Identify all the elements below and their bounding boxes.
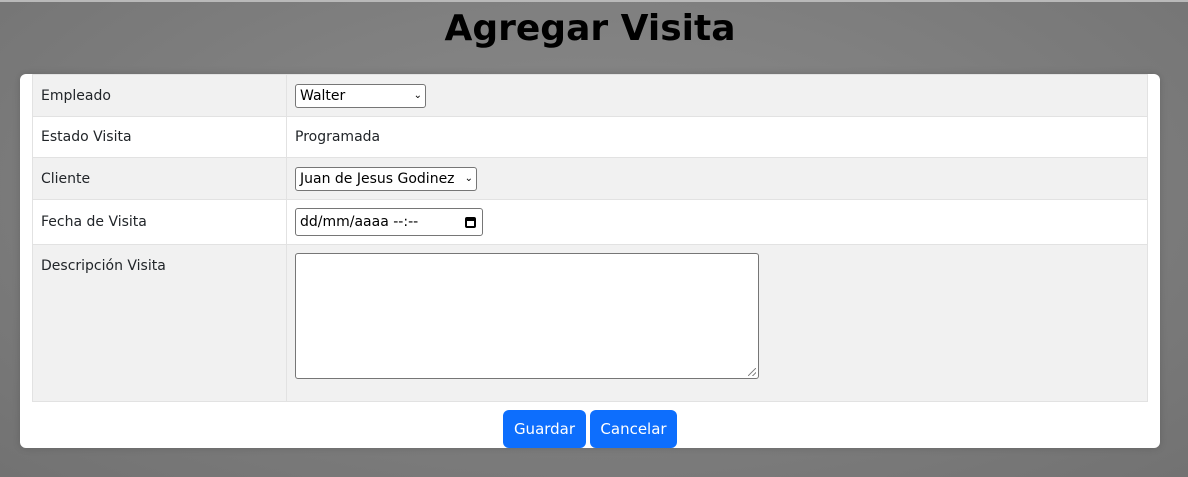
resize-grip-icon[interactable]	[748, 368, 756, 376]
empleado-select-value: Walter	[300, 87, 346, 104]
visit-form-card: Empleado Walter ⌄ Estado Visita Programa…	[20, 74, 1160, 448]
visit-form-table: Empleado Walter ⌄ Estado Visita Programa…	[32, 74, 1148, 402]
fecha-visita-cell: dd/mm/aaaa --:--	[286, 199, 1148, 245]
descripcion-cell	[286, 244, 1148, 402]
fecha-visita-placeholder: dd/mm/aaaa --:--	[300, 214, 419, 230]
estado-visita-label: Estado Visita	[32, 116, 287, 158]
descripcion-visita-textarea[interactable]	[295, 253, 759, 379]
cliente-label: Cliente	[32, 157, 287, 200]
cliente-select[interactable]: Juan de Jesus Godinez ⌄	[295, 166, 477, 191]
estado-visita-value: Programada	[286, 116, 1148, 158]
form-row-empleado: Empleado Walter ⌄	[32, 74, 1148, 117]
empleado-cell: Walter ⌄	[286, 74, 1148, 117]
cliente-cell: Juan de Jesus Godinez ⌄	[286, 157, 1148, 200]
save-button[interactable]: Guardar	[503, 410, 586, 448]
descripcion-visita-label: Descripción Visita	[32, 244, 287, 402]
form-row-cliente: Cliente Juan de Jesus Godinez ⌄	[32, 157, 1148, 200]
form-row-fecha: Fecha de Visita dd/mm/aaaa --:--	[32, 199, 1148, 245]
chevron-down-icon: ⌄	[413, 89, 422, 101]
fecha-visita-input[interactable]: dd/mm/aaaa --:--	[295, 208, 483, 236]
calendar-icon[interactable]	[465, 216, 476, 228]
empleado-label: Empleado	[32, 74, 287, 117]
empleado-select[interactable]: Walter ⌄	[295, 83, 426, 108]
form-row-descripcion: Descripción Visita	[32, 244, 1148, 402]
page-title: Agregar Visita	[444, 8, 736, 49]
cancel-button[interactable]: Cancelar	[590, 410, 677, 448]
form-row-estado: Estado Visita Programada	[32, 116, 1148, 158]
chevron-down-icon: ⌄	[464, 172, 473, 184]
cliente-select-value: Juan de Jesus Godinez	[300, 170, 455, 187]
fecha-visita-label: Fecha de Visita	[32, 199, 287, 245]
